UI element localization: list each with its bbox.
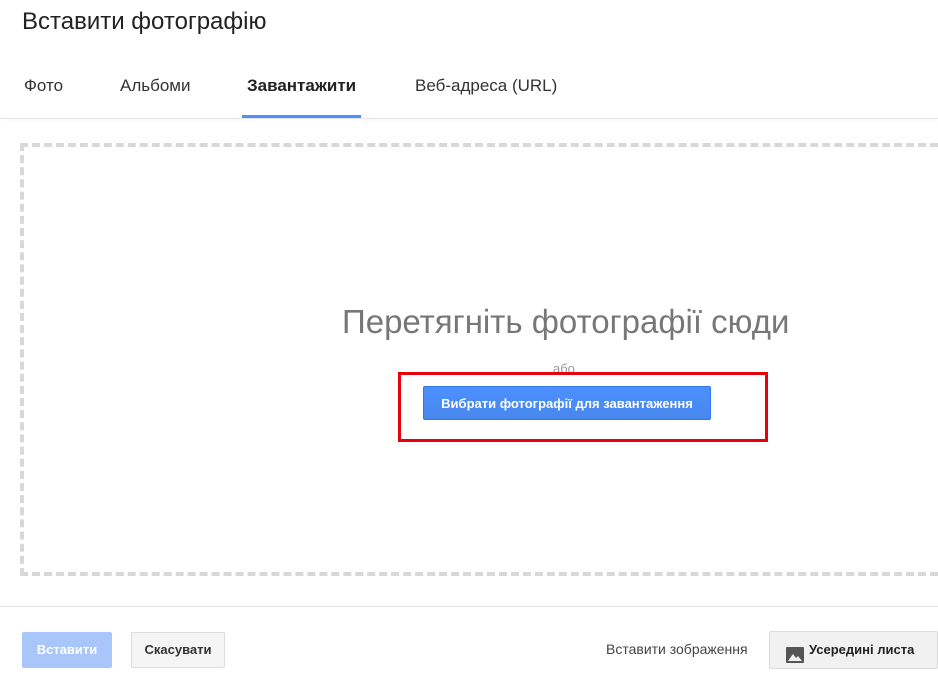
drop-hint-text: Перетягніть фотографії сюди: [342, 303, 790, 340]
drop-zone[interactable]: [20, 143, 938, 576]
select-photos-button[interactable]: Вибрати фотографії для завантаження: [423, 386, 711, 420]
tab-divider: [0, 118, 938, 119]
dialog-title: Вставити фотографію: [22, 8, 267, 35]
footer-divider: [0, 606, 938, 607]
cancel-button[interactable]: Скасувати: [131, 632, 225, 668]
or-text: або: [553, 361, 575, 376]
insert-photo-dialog: Вставити фотографію Фото Альбоми Заванта…: [0, 0, 938, 684]
tab-web-address[interactable]: Веб-адреса (URL): [415, 62, 557, 116]
inside-sheet-label: Усередині листа: [809, 642, 915, 657]
inside-sheet-button[interactable]: Усередині листа: [769, 631, 938, 669]
tab-upload[interactable]: Завантажити: [242, 62, 362, 118]
tab-albums[interactable]: Альбоми: [120, 62, 191, 116]
insert-button[interactable]: Вставити: [22, 632, 112, 668]
insert-image-label: Вставити зображення: [606, 641, 748, 657]
tab-bar: Фото Альбоми Завантажити Веб-адреса (URL…: [0, 62, 938, 118]
image-icon: [786, 641, 804, 664]
tab-photos[interactable]: Фото: [24, 62, 63, 116]
